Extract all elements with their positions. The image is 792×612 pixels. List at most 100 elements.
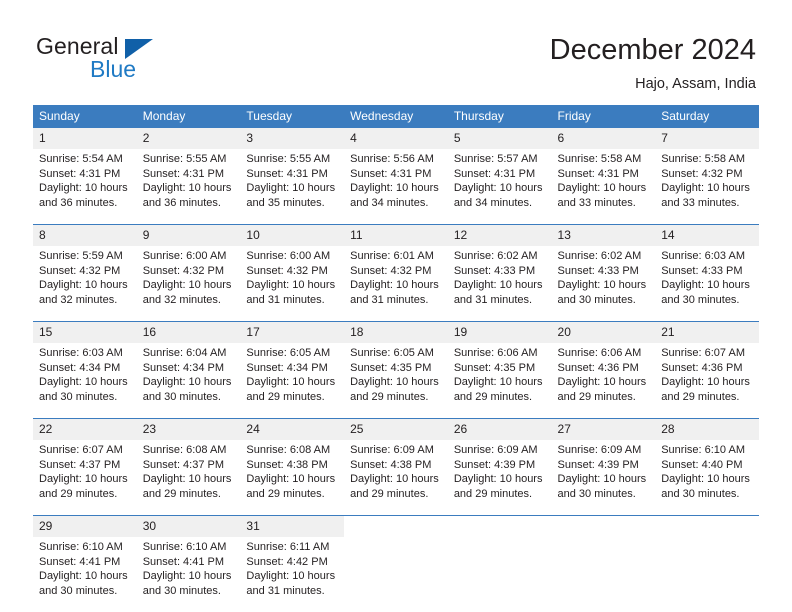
day-number: 25	[344, 419, 448, 440]
calendar-day-cell[interactable]: 1 Sunrise: 5:54 AM Sunset: 4:31 PM Dayli…	[33, 128, 137, 214]
daylight-text-line1: Daylight: 10 hours	[246, 279, 336, 292]
daylight-text-line1: Daylight: 10 hours	[39, 279, 128, 292]
week-separator	[33, 602, 759, 612]
calendar-day-cell[interactable]: 23 Sunrise: 6:08 AM Sunset: 4:37 PM Dayl…	[136, 419, 241, 506]
daylight-text-line1: Daylight: 10 hours	[246, 376, 336, 389]
calendar-day-cell[interactable]: 29 Sunrise: 6:10 AM Sunset: 4:41 PM Dayl…	[33, 516, 137, 603]
calendar-day-cell[interactable]: 22 Sunrise: 6:07 AM Sunset: 4:37 PM Dayl…	[33, 419, 137, 506]
day-number	[448, 516, 552, 537]
sunrise-text: Sunrise: 6:02 AM	[557, 250, 642, 262]
calendar-day-cell[interactable]: 30 Sunrise: 6:10 AM Sunset: 4:41 PM Dayl…	[136, 516, 241, 603]
calendar-day-cell[interactable]: 25 Sunrise: 6:09 AM Sunset: 4:38 PM Dayl…	[344, 419, 448, 506]
sunrise-text: Sunrise: 5:55 AM	[246, 153, 331, 165]
day-number: 2	[136, 128, 241, 149]
daylight-text-line2: and 29 minutes.	[246, 390, 325, 403]
day-details: Sunrise: 6:06 AM Sunset: 4:36 PM Dayligh…	[552, 343, 656, 404]
day-details: Sunrise: 6:08 AM Sunset: 4:38 PM Dayligh…	[240, 440, 344, 501]
daylight-text-line1: Daylight: 10 hours	[661, 473, 750, 486]
day-number: 4	[344, 128, 448, 149]
calendar-day-cell[interactable]: 8 Sunrise: 5:59 AM Sunset: 4:32 PM Dayli…	[33, 225, 137, 312]
sunrise-text: Sunrise: 5:58 AM	[661, 153, 745, 165]
day-number: 12	[447, 225, 552, 246]
day-number: 19	[447, 322, 552, 343]
calendar-day-cell[interactable]: 7 Sunrise: 5:58 AM Sunset: 4:32 PM Dayli…	[655, 128, 759, 214]
week-separator	[33, 408, 759, 419]
calendar-day-cell[interactable]: 18 Sunrise: 6:05 AM Sunset: 4:35 PM Dayl…	[344, 322, 448, 409]
sunset-text: Sunset: 4:36 PM	[661, 361, 743, 374]
day-number	[344, 516, 448, 537]
sunset-text: Sunset: 4:41 PM	[39, 555, 121, 568]
calendar-day-cell[interactable]: 12 Sunrise: 6:02 AM Sunset: 4:33 PM Dayl…	[447, 225, 552, 312]
day-number: 27	[551, 419, 656, 440]
daylight-text-line2: and 30 minutes.	[661, 293, 740, 306]
sunrise-text: Sunrise: 6:06 AM	[557, 347, 642, 359]
day-number: 11	[344, 225, 448, 246]
calendar-day-cell[interactable]: 20 Sunrise: 6:06 AM Sunset: 4:36 PM Dayl…	[551, 322, 656, 409]
calendar-page: General Blue December 2024 Hajo, Assam, …	[0, 0, 792, 612]
day-details: Sunrise: 5:54 AM Sunset: 4:31 PM Dayligh…	[33, 149, 137, 210]
calendar-day-cell[interactable]: 2 Sunrise: 5:55 AM Sunset: 4:31 PM Dayli…	[136, 128, 241, 214]
daylight-text-line1: Daylight: 10 hours	[557, 376, 647, 389]
day-details: Sunrise: 6:03 AM Sunset: 4:33 PM Dayligh…	[655, 246, 759, 307]
general-blue-logo[interactable]: General Blue	[36, 33, 196, 85]
day-details	[552, 537, 656, 540]
sunrise-text: Sunrise: 5:54 AM	[39, 153, 123, 165]
calendar-day-cell[interactable]: 10 Sunrise: 6:00 AM Sunset: 4:32 PM Dayl…	[240, 225, 345, 312]
day-details: Sunrise: 6:09 AM Sunset: 4:38 PM Dayligh…	[344, 440, 448, 501]
calendar-day-cell[interactable]: 9 Sunrise: 6:00 AM Sunset: 4:32 PM Dayli…	[136, 225, 241, 312]
sunset-text: Sunset: 4:32 PM	[142, 264, 225, 277]
day-details: Sunrise: 6:06 AM Sunset: 4:35 PM Dayligh…	[448, 343, 552, 404]
calendar-week-row: 8 Sunrise: 5:59 AM Sunset: 4:32 PM Dayli…	[33, 225, 759, 312]
day-details: Sunrise: 6:09 AM Sunset: 4:39 PM Dayligh…	[552, 440, 656, 501]
sunrise-text: Sunrise: 6:03 AM	[661, 250, 745, 262]
calendar-day-cell[interactable]: 4 Sunrise: 5:56 AM Sunset: 4:31 PM Dayli…	[344, 128, 448, 214]
calendar-day-cell[interactable]: 3 Sunrise: 5:55 AM Sunset: 4:31 PM Dayli…	[240, 128, 345, 214]
day-number: 8	[33, 225, 137, 246]
sunrise-text: Sunrise: 6:00 AM	[142, 250, 227, 262]
calendar-day-cell[interactable]: 14 Sunrise: 6:03 AM Sunset: 4:33 PM Dayl…	[655, 225, 759, 312]
daylight-text-line1: Daylight: 10 hours	[350, 376, 439, 389]
daylight-text-line1: Daylight: 10 hours	[246, 473, 336, 486]
sunset-text: Sunset: 4:40 PM	[661, 458, 743, 471]
daylight-text-line2: and 29 minutes.	[350, 390, 429, 403]
calendar-day-cell[interactable]: 27 Sunrise: 6:09 AM Sunset: 4:39 PM Dayl…	[551, 419, 656, 506]
calendar-day-cell[interactable]: 26 Sunrise: 6:09 AM Sunset: 4:39 PM Dayl…	[447, 419, 552, 506]
day-details: Sunrise: 6:08 AM Sunset: 4:37 PM Dayligh…	[137, 440, 241, 501]
calendar-day-cell[interactable]: 19 Sunrise: 6:06 AM Sunset: 4:35 PM Dayl…	[447, 322, 552, 409]
calendar-body: 1 Sunrise: 5:54 AM Sunset: 4:31 PM Dayli…	[33, 128, 759, 612]
calendar-day-cell[interactable]: 28 Sunrise: 6:10 AM Sunset: 4:40 PM Dayl…	[655, 419, 759, 506]
daylight-text-line1: Daylight: 10 hours	[39, 570, 128, 583]
daylight-text-line1: Daylight: 10 hours	[661, 182, 750, 195]
calendar-day-cell[interactable]: 15 Sunrise: 6:03 AM Sunset: 4:34 PM Dayl…	[33, 322, 137, 409]
calendar-day-cell[interactable]: 21 Sunrise: 6:07 AM Sunset: 4:36 PM Dayl…	[655, 322, 759, 409]
weekday-header-wednesday: Wednesday	[344, 105, 448, 128]
daylight-text-line2: and 29 minutes.	[39, 487, 118, 500]
calendar-day-cell[interactable]: 6 Sunrise: 5:58 AM Sunset: 4:31 PM Dayli…	[551, 128, 656, 214]
day-number: 30	[136, 516, 241, 537]
weekday-header-sunday: Sunday	[33, 105, 137, 128]
sunrise-text: Sunrise: 6:00 AM	[246, 250, 331, 262]
calendar-day-cell[interactable]: 13 Sunrise: 6:02 AM Sunset: 4:33 PM Dayl…	[551, 225, 656, 312]
calendar-day-cell[interactable]: 31 Sunrise: 6:11 AM Sunset: 4:42 PM Dayl…	[240, 516, 345, 603]
weekday-header-tuesday: Tuesday	[240, 105, 345, 128]
day-number: 20	[551, 322, 656, 343]
sunrise-text: Sunrise: 6:10 AM	[39, 541, 123, 553]
sunrise-text: Sunrise: 5:59 AM	[39, 250, 123, 262]
sunset-text: Sunset: 4:33 PM	[557, 264, 639, 277]
calendar-day-cell[interactable]: 24 Sunrise: 6:08 AM Sunset: 4:38 PM Dayl…	[240, 419, 345, 506]
day-details: Sunrise: 5:57 AM Sunset: 4:31 PM Dayligh…	[448, 149, 552, 210]
day-details: Sunrise: 6:05 AM Sunset: 4:35 PM Dayligh…	[344, 343, 448, 404]
sunrise-text: Sunrise: 6:01 AM	[350, 250, 434, 262]
daylight-text-line2: and 29 minutes.	[246, 487, 325, 500]
calendar-day-cell[interactable]: 11 Sunrise: 6:01 AM Sunset: 4:32 PM Dayl…	[344, 225, 448, 312]
daylight-text-line1: Daylight: 10 hours	[142, 376, 232, 389]
calendar-week-row: 1 Sunrise: 5:54 AM Sunset: 4:31 PM Dayli…	[33, 128, 759, 214]
sunrise-text: Sunrise: 6:04 AM	[142, 347, 227, 359]
daylight-text-line2: and 30 minutes.	[142, 584, 221, 597]
calendar-day-cell[interactable]: 5 Sunrise: 5:57 AM Sunset: 4:31 PM Dayli…	[447, 128, 552, 214]
sunrise-text: Sunrise: 6:09 AM	[350, 444, 434, 456]
calendar-table: Sunday Monday Tuesday Wednesday Thursday…	[33, 105, 759, 612]
calendar-day-cell[interactable]: 16 Sunrise: 6:04 AM Sunset: 4:34 PM Dayl…	[136, 322, 241, 409]
sunset-text: Sunset: 4:35 PM	[350, 361, 432, 374]
calendar-day-cell[interactable]: 17 Sunrise: 6:05 AM Sunset: 4:34 PM Dayl…	[240, 322, 345, 409]
